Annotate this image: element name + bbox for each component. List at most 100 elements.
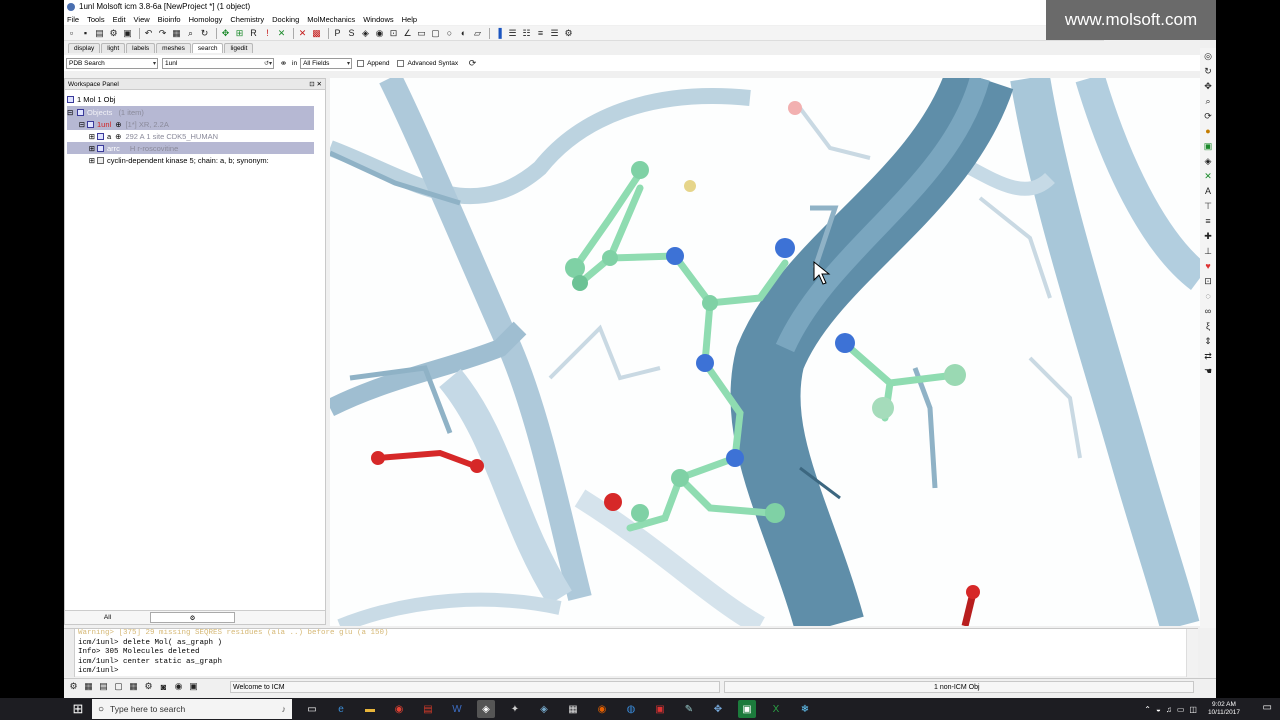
taskbar-search-box[interactable]: ○ Type here to search ♪ bbox=[92, 699, 292, 719]
text-icon[interactable]: A bbox=[1202, 185, 1214, 197]
chain-a-row[interactable]: ⊞ a ⊕ 292 A 1 site CDK5_HUMAN bbox=[67, 130, 218, 142]
windows-start-icon[interactable]: ⊞ bbox=[70, 701, 86, 716]
object-1unl-row[interactable]: ⊟ 1unl ⊕ [1*] XR, 2.2A bbox=[67, 118, 314, 130]
terminal-scrollbar[interactable] bbox=[1186, 629, 1198, 677]
script-icon[interactable]: S bbox=[346, 28, 357, 39]
search-icon[interactable]: ⌕ bbox=[185, 28, 196, 39]
ligand-row[interactable]: ⊞ arrc H r-roscovitine bbox=[67, 142, 314, 154]
menu-bioinfo[interactable]: Bioinfo bbox=[158, 15, 181, 24]
open-folder-icon[interactable]: ▪ bbox=[80, 28, 91, 39]
eye-icon[interactable]: ◉ bbox=[173, 681, 184, 692]
terminal-panel[interactable]: Warning> [375] 29 missing SEQRES residue… bbox=[64, 628, 1198, 677]
cube-icon[interactable]: ▢ bbox=[430, 28, 441, 39]
close-icon[interactable]: ✕ bbox=[1202, 170, 1214, 182]
view-icon[interactable]: ▣ bbox=[1202, 140, 1214, 152]
terminal-output[interactable]: Warning> [375] 29 missing SEQRES residue… bbox=[78, 629, 389, 677]
description-row[interactable]: ⊞ cyclin-dependent kinase 5; chain: a, b… bbox=[67, 154, 269, 166]
layers-icon[interactable]: ▱ bbox=[472, 28, 483, 39]
menu-molmechanics[interactable]: MolMechanics bbox=[307, 15, 355, 24]
clear-icon[interactable]: ↺▾ bbox=[264, 60, 273, 67]
angle-icon[interactable]: ∠ bbox=[402, 28, 413, 39]
clip-icon[interactable]: ◐ bbox=[458, 28, 469, 39]
rotate-icon[interactable]: ↻ bbox=[1202, 65, 1214, 77]
spin-icon[interactable]: ⟳ bbox=[1202, 110, 1214, 122]
align-middle-icon[interactable]: ≡ bbox=[1202, 215, 1214, 227]
excel-icon[interactable]: X bbox=[767, 700, 785, 718]
layout-icon[interactable]: ▦ bbox=[83, 681, 94, 692]
settings-icon[interactable]: ⚙ bbox=[563, 28, 574, 39]
hand-icon[interactable]: ☚ bbox=[1202, 365, 1214, 377]
menu-docking[interactable]: Docking bbox=[272, 15, 299, 24]
language-icon[interactable]: ◫ bbox=[1189, 705, 1197, 714]
advanced-syntax-checkbox[interactable] bbox=[397, 59, 405, 67]
grid-icon[interactable]: ▦ bbox=[171, 28, 182, 39]
search-source-dropdown[interactable]: PDB Search ▾ bbox=[66, 57, 158, 69]
file-explorer-icon[interactable]: ▬ bbox=[361, 700, 379, 718]
app-icon[interactable]: ✥ bbox=[709, 700, 727, 718]
filter-button[interactable]: ⚙ bbox=[150, 612, 235, 623]
workspace-root-row[interactable]: 1 Mol 1 Obj bbox=[67, 93, 115, 105]
stop-icon[interactable]: ● bbox=[1202, 125, 1214, 137]
view-icon[interactable]: ⊕ bbox=[115, 120, 121, 129]
calculator-icon[interactable]: ▦ bbox=[564, 700, 582, 718]
microphone-icon[interactable]: ♪ bbox=[282, 704, 287, 714]
table-icon[interactable]: ▩ bbox=[311, 28, 322, 39]
zigzag-icon[interactable]: ξ bbox=[1202, 320, 1214, 332]
binoculars-icon[interactable]: ⚭ bbox=[278, 58, 289, 69]
arrows-icon[interactable]: ⇕ bbox=[1202, 335, 1214, 347]
menu-edit[interactable]: Edit bbox=[113, 15, 126, 24]
task-view-icon[interactable]: ▭ bbox=[303, 700, 321, 718]
select-icon[interactable]: ✥ bbox=[220, 28, 231, 39]
pointer-icon[interactable]: ⇄ bbox=[1202, 350, 1214, 362]
save-icon[interactable]: ▤ bbox=[94, 28, 105, 39]
refresh-search-icon[interactable]: ⟳ bbox=[467, 58, 478, 69]
alert-icon[interactable]: ! bbox=[262, 28, 273, 39]
menu-homology[interactable]: Homology bbox=[189, 15, 223, 24]
notification-icon[interactable]: ▭ bbox=[1263, 702, 1272, 713]
sphere-icon[interactable]: ○ bbox=[444, 28, 455, 39]
format-icon[interactable]: ☰ bbox=[549, 28, 560, 39]
surface-icon[interactable]: ◈ bbox=[1202, 155, 1214, 167]
app-icon[interactable]: ▣ bbox=[651, 700, 669, 718]
menu-view[interactable]: View bbox=[134, 15, 150, 24]
print-icon[interactable]: ▣ bbox=[122, 28, 133, 39]
expand-icon[interactable]: ⊞ bbox=[67, 156, 95, 165]
tab-search[interactable]: search bbox=[191, 43, 224, 53]
3d-viewport[interactable] bbox=[330, 78, 1200, 626]
all-button[interactable]: All bbox=[65, 614, 150, 621]
refresh-icon[interactable]: ↻ bbox=[199, 28, 210, 39]
gear-icon[interactable]: ⚙ bbox=[108, 28, 119, 39]
move-icon[interactable]: ✥ bbox=[1202, 80, 1214, 92]
new-file-icon[interactable]: ▫ bbox=[66, 28, 77, 39]
heart-icon[interactable]: ♥ bbox=[1202, 260, 1214, 272]
bookmark-icon[interactable]: ▐ bbox=[493, 28, 504, 39]
sheet-icon[interactable]: ▦ bbox=[128, 681, 139, 692]
taskbar-clock[interactable]: 9:02 AM 10/11/2017 bbox=[1208, 701, 1240, 717]
tab-display[interactable]: display bbox=[68, 43, 101, 53]
chevron-up-icon[interactable]: ⌃ bbox=[1144, 705, 1151, 714]
battery-icon[interactable]: ▭ bbox=[1177, 705, 1185, 714]
tab-meshes[interactable]: meshes bbox=[156, 43, 191, 53]
table-icon[interactable]: ▤ bbox=[98, 681, 109, 692]
gear-icon[interactable]: ⚙ bbox=[143, 681, 154, 692]
snowflake-icon[interactable]: ❄ bbox=[796, 700, 814, 718]
lock-icon[interactable]: ⊡ bbox=[1202, 275, 1214, 287]
distance-icon[interactable]: ⊡ bbox=[388, 28, 399, 39]
terminal-app-icon[interactable]: ▣ bbox=[738, 700, 756, 718]
chrome-icon[interactable]: ◉ bbox=[390, 700, 408, 718]
undo-icon[interactable]: ↶ bbox=[143, 28, 154, 39]
redo-icon[interactable]: ↷ bbox=[157, 28, 168, 39]
menu-windows[interactable]: Windows bbox=[363, 15, 393, 24]
tab-ligedit[interactable]: ligedit bbox=[224, 43, 254, 53]
chain-link-icon[interactable]: ∞ bbox=[1202, 305, 1214, 317]
pdb-icon[interactable]: P bbox=[332, 28, 343, 39]
close-icon[interactable]: ✕ bbox=[317, 81, 322, 88]
surface-icon[interactable]: ◉ bbox=[374, 28, 385, 39]
terminal-prompt[interactable]: icm/1unl> bbox=[78, 667, 389, 677]
bond-icon[interactable]: ✕ bbox=[276, 28, 287, 39]
pin-icon[interactable]: ⊡ bbox=[309, 81, 314, 88]
pen-icon[interactable]: ✎ bbox=[680, 700, 698, 718]
expand-icon[interactable]: ⊞ bbox=[67, 132, 95, 141]
app-icon[interactable]: ✦ bbox=[506, 700, 524, 718]
search-field-dropdown[interactable]: All Fields ▾ bbox=[300, 57, 353, 69]
